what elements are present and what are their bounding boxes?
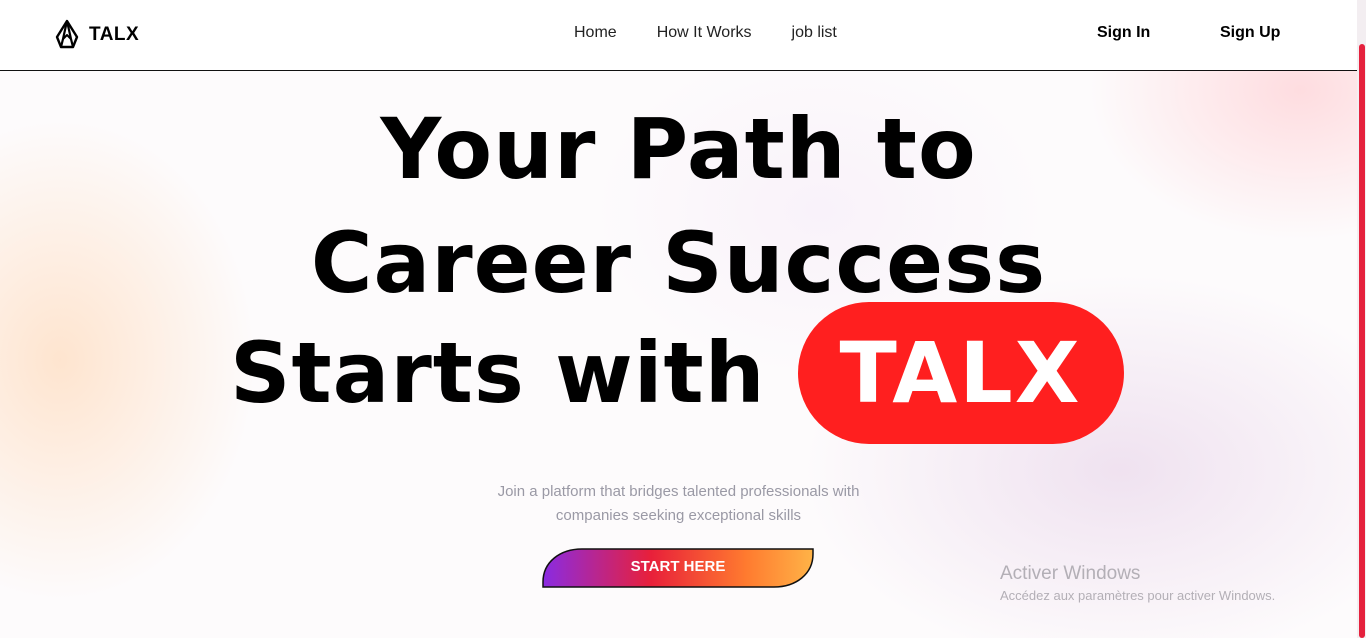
scrollbar-thumb[interactable] [1359, 44, 1365, 638]
page-scrollbar[interactable] [1357, 0, 1366, 638]
talx-highlight-badge: TALX [797, 302, 1124, 444]
hero-title-line-3: Starts with TALX [230, 302, 1124, 444]
top-navbar: TALX Home How It Works job list Sign In … [0, 0, 1357, 71]
hero-subtitle-line-2: companies seeking exceptional skills [555, 507, 802, 524]
hero-title-line-1: Your Path to [380, 100, 977, 198]
sign-in-link[interactable]: Sign In [1097, 24, 1150, 42]
hero-subtitle: Join a platform that bridges talented pr… [0, 480, 1357, 528]
hero-title-line-3-text: Starts with [230, 324, 766, 422]
sign-up-link[interactable]: Sign Up [1220, 24, 1280, 42]
start-here-button[interactable]: START HERE [542, 548, 814, 588]
brand-logo[interactable]: TALX [53, 19, 139, 51]
nav-job-list-link[interactable]: job list [792, 24, 837, 42]
main-nav: Home How It Works job list [574, 24, 837, 42]
windows-activation-watermark: Activer Windows Accédez aux paramètres p… [1000, 563, 1275, 603]
start-here-label: START HERE [630, 558, 726, 575]
talx-logo-icon [53, 19, 81, 51]
hero-title-line-2: Career Success [310, 214, 1047, 312]
hero-subtitle-line-1: Join a platform that bridges talented pr… [497, 483, 860, 500]
nav-home-link[interactable]: Home [574, 24, 617, 42]
brand-name: TALX [89, 24, 140, 45]
watermark-title: Activer Windows [1000, 563, 1141, 584]
watermark-subtitle: Accédez aux paramètres pour activer Wind… [1000, 588, 1276, 603]
page: TALX Home How It Works job list Sign In … [0, 0, 1366, 638]
nav-how-it-works-link[interactable]: How It Works [657, 24, 752, 42]
